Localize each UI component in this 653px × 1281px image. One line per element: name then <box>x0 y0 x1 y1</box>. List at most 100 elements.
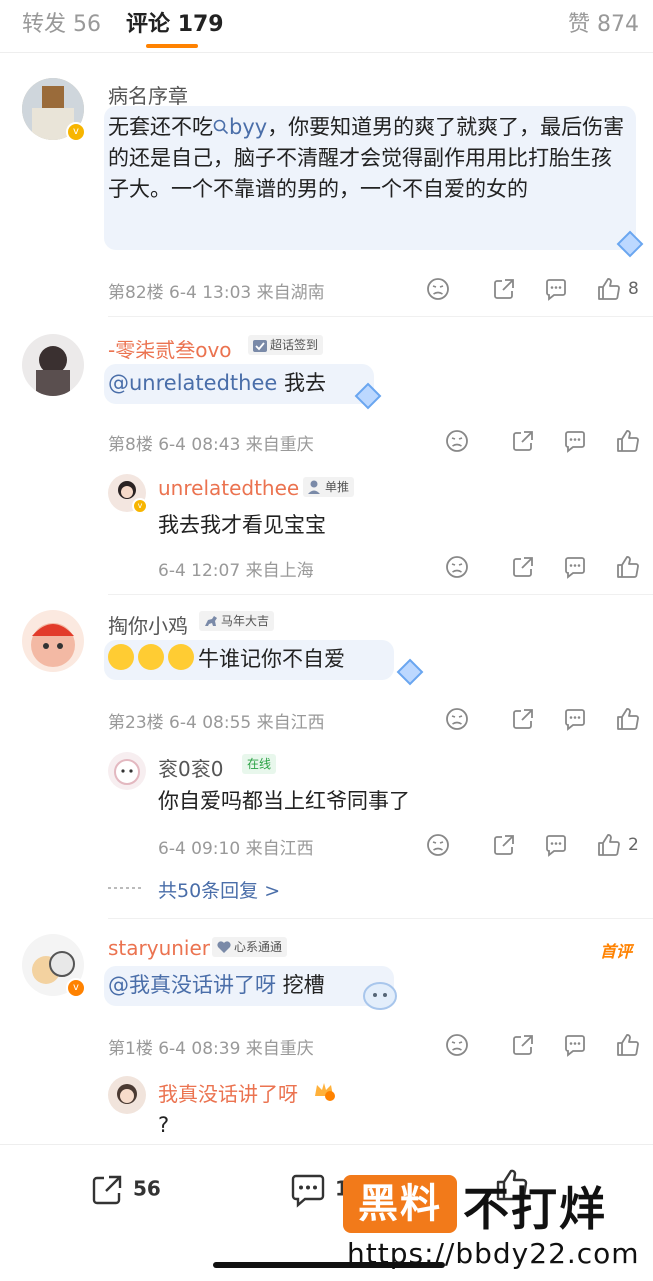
share-icon[interactable] <box>510 706 536 732</box>
comment-text: 无套还不吃 byy，你要知道男的爽了就爽了，最后伤害的还是自己，脑子不清醒才会觉得… <box>108 112 628 205</box>
dislike-icon[interactable] <box>444 428 470 454</box>
share-icon[interactable] <box>510 554 536 580</box>
like-icon[interactable] <box>615 1032 641 1058</box>
comment-text-part: 我去 <box>277 371 326 395</box>
comment-username[interactable]: 掏你小鸡 <box>108 610 188 639</box>
sparkle-diamond-icon <box>354 382 382 410</box>
comment-username[interactable]: 病名序章 <box>108 80 188 109</box>
reply-username[interactable]: 我真没话讲了呀 <box>158 1078 298 1107</box>
verified-badge-icon: v <box>66 978 86 998</box>
like-icon[interactable] <box>615 706 641 732</box>
tab-like[interactable]: 赞 874 <box>568 6 639 38</box>
reply-username[interactable]: 衮0衮0 <box>158 753 223 782</box>
like-count: 2 <box>628 835 639 855</box>
reply-text: 你自爱吗都当上红爷同事了 <box>158 789 410 813</box>
comment-icon <box>291 1174 325 1208</box>
user-tag-label: 心系通通 <box>234 940 283 954</box>
reply-meta: 6-4 12:07 来自上海 <box>158 561 314 581</box>
reply-icon[interactable] <box>562 428 588 454</box>
divider <box>108 594 653 595</box>
search-link-text: byy <box>229 115 268 139</box>
share-icon[interactable] <box>510 428 536 454</box>
active-tab-indicator <box>146 44 198 48</box>
search-link[interactable]: byy <box>213 115 267 139</box>
comment-text: @unrelatedthee 我去 <box>108 368 326 399</box>
dislike-icon[interactable] <box>425 276 451 302</box>
tab-comment[interactable]: 评论 179 <box>126 6 224 38</box>
search-icon <box>213 119 229 135</box>
first-comment-badge: 首评 <box>600 942 633 961</box>
repost-button[interactable]: 56 <box>88 1171 161 1209</box>
view-more-replies-link[interactable]: 共50条回复 > <box>158 876 280 903</box>
mention-link[interactable]: @unrelatedthee <box>108 371 277 395</box>
like-icon[interactable] <box>596 276 622 302</box>
comment-meta: 第82楼 6-4 13:03 来自湖南 <box>108 283 325 303</box>
calendar-check-icon <box>253 340 267 352</box>
watermark-text: 不打烊 <box>463 1182 607 1236</box>
home-indicator <box>213 1262 445 1268</box>
tab-like-count: 874 <box>597 12 640 37</box>
comment-username[interactable]: -零柒贰叁ovo <box>108 334 232 363</box>
dislike-icon[interactable] <box>444 554 470 580</box>
heart-sync-icon <box>217 941 231 953</box>
like-icon[interactable] <box>615 428 641 454</box>
comment-text: 牛谁记你不自爱 <box>108 644 345 675</box>
repost-icon <box>92 1175 122 1205</box>
user-tag-label: 单推 <box>325 480 350 494</box>
comment-text: @我真没话讲了呀 挖槽 <box>108 970 325 1001</box>
reply-username[interactable]: unrelatedthee <box>158 476 299 500</box>
sparkle-diamond-icon <box>396 658 424 686</box>
comment-text-part: 无套还不吃 <box>108 115 213 139</box>
sparkle-diamond-icon <box>616 230 644 258</box>
reply-meta: 6-4 09:10 来自江西 <box>158 839 314 859</box>
user-tag: 超话签到 <box>248 335 324 355</box>
reply-icon[interactable] <box>543 832 569 858</box>
comment-username[interactable]: staryunier <box>108 936 210 960</box>
like-icon[interactable] <box>615 554 641 580</box>
comment-text-part: 牛谁记你不自爱 <box>198 647 345 671</box>
watermark-box: 黑料 <box>343 1175 457 1233</box>
reply-icon[interactable] <box>562 1032 588 1058</box>
dotted-line-icon <box>108 887 144 889</box>
avatar[interactable] <box>22 610 84 672</box>
online-status-tag: 在线 <box>242 754 277 774</box>
comment-meta: 第23楼 6-4 08:55 来自江西 <box>108 713 325 733</box>
share-icon[interactable] <box>510 1032 536 1058</box>
comment-meta: 第1楼 6-4 08:39 来自重庆 <box>108 1039 314 1059</box>
laughing-tears-emoji-icon <box>138 644 164 670</box>
like-icon[interactable] <box>596 832 622 858</box>
avatar[interactable] <box>108 752 146 790</box>
reply-icon[interactable] <box>543 276 569 302</box>
user-tag: 马年大吉 <box>199 611 275 631</box>
avatar[interactable] <box>108 1076 146 1114</box>
tab-repost[interactable]: 转发 56 <box>22 6 101 38</box>
user-tag: 单推 <box>303 477 355 497</box>
comment-meta: 第8楼 6-4 08:43 来自重庆 <box>108 435 314 455</box>
dislike-icon[interactable] <box>425 832 451 858</box>
tab-repost-count: 56 <box>73 12 102 37</box>
laughing-tears-emoji-icon <box>108 644 134 670</box>
verified-badge-icon: v <box>132 498 148 514</box>
like-count: 8 <box>628 279 639 299</box>
verified-badge-icon: v <box>66 122 86 142</box>
divider <box>108 918 653 919</box>
tab-comment-count: 179 <box>177 12 224 37</box>
comment-tabs: 转发 56 评论 179 赞 874 <box>0 0 653 53</box>
reply-icon[interactable] <box>562 706 588 732</box>
dislike-icon[interactable] <box>444 1032 470 1058</box>
user-tag-label: 马年大吉 <box>221 614 270 628</box>
reply-icon[interactable] <box>562 554 588 580</box>
share-icon[interactable] <box>491 832 517 858</box>
dislike-icon[interactable] <box>444 706 470 732</box>
user-icon <box>308 480 320 494</box>
tab-repost-label: 转发 <box>22 12 67 37</box>
share-icon[interactable] <box>491 276 517 302</box>
crown-badge-icon <box>315 1083 335 1101</box>
divider <box>108 316 653 317</box>
tab-comment-label: 评论 <box>126 12 171 37</box>
mention-link[interactable]: @我真没话讲了呀 <box>108 973 276 997</box>
cloud-mascot-icon <box>363 982 397 1010</box>
avatar[interactable] <box>22 334 84 396</box>
comment-text-part: 挖槽 <box>276 973 325 997</box>
horse-icon <box>205 616 217 626</box>
